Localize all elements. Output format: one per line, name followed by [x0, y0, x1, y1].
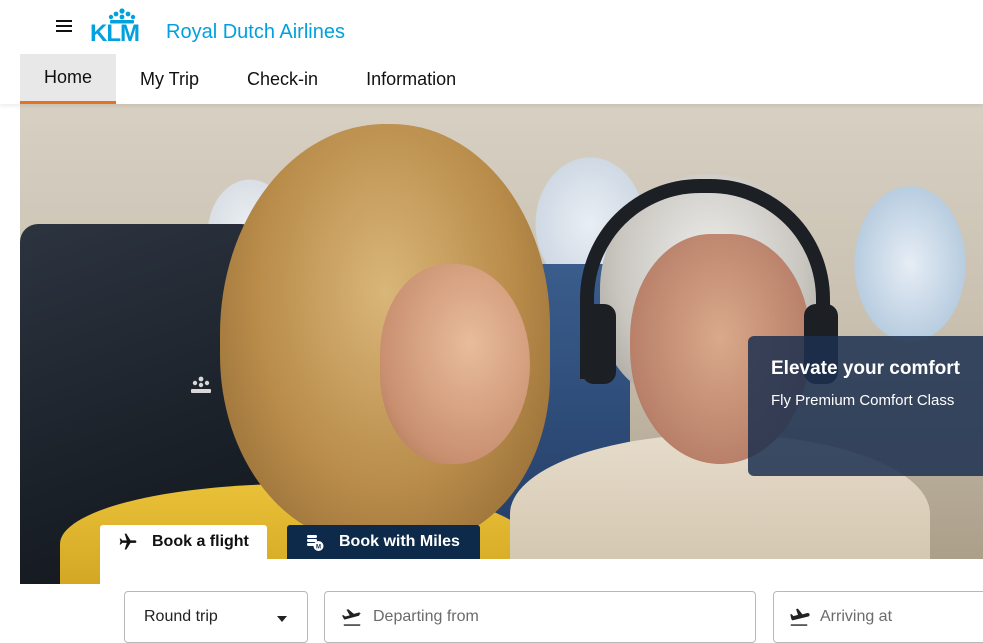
passenger-woman-face — [380, 264, 530, 464]
nav-tab-home[interactable]: Home — [20, 54, 117, 104]
miles-coin-icon: M — [307, 535, 324, 551]
logo-tagline: Royal Dutch Airlines — [166, 21, 345, 43]
tab-book-with-miles[interactable]: M Book with Miles — [287, 525, 480, 559]
arrival-placeholder: Arriving at — [820, 608, 893, 625]
trip-type-select[interactable]: Round trip — [124, 591, 308, 643]
nav-tab-my-trip[interactable]: My Trip — [116, 54, 223, 104]
booking-tabs: Book a flight M Book with Miles — [100, 525, 480, 559]
departure-placeholder: Departing from — [373, 608, 479, 625]
tab-book-a-flight[interactable]: Book a flight — [100, 525, 267, 559]
tab-book-with-miles-label: Book with Miles — [339, 533, 460, 550]
booking-panel: Round trip Departing from Arriving at — [100, 559, 983, 643]
airplane-icon — [119, 533, 137, 550]
trip-type-value: Round trip — [144, 608, 218, 625]
main-nav: Home My Trip Check-in Information — [20, 54, 480, 104]
headphone-left-cup — [582, 304, 616, 384]
promo-title: Elevate your comfort — [771, 358, 960, 379]
klm-logo[interactable]: KLM Royal Dutch Airlines — [90, 6, 345, 46]
klm-crown-headrest-icon — [191, 376, 211, 393]
arrival-input[interactable]: Arriving at — [773, 591, 983, 643]
logo-klm-text: KLM — [90, 20, 140, 47]
landing-icon — [790, 608, 810, 626]
hamburger-menu-icon[interactable] — [52, 14, 76, 38]
departure-input[interactable]: Departing from — [324, 591, 756, 643]
tab-book-a-flight-label: Book a flight — [152, 533, 249, 550]
chevron-down-icon — [277, 616, 287, 622]
promo-subtitle: Fly Premium Comfort Class — [771, 392, 955, 409]
takeoff-icon — [342, 609, 361, 626]
nav-tab-check-in[interactable]: Check-in — [223, 54, 342, 104]
svg-text:M: M — [316, 545, 321, 551]
nav-tab-information[interactable]: Information — [342, 54, 480, 104]
klm-logo-mark: KLM — [90, 8, 154, 46]
site-header: KLM Royal Dutch Airlines Home My Trip Ch… — [0, 0, 983, 104]
promo-banner[interactable]: Elevate your comfort Fly Premium Comfort… — [748, 336, 983, 476]
